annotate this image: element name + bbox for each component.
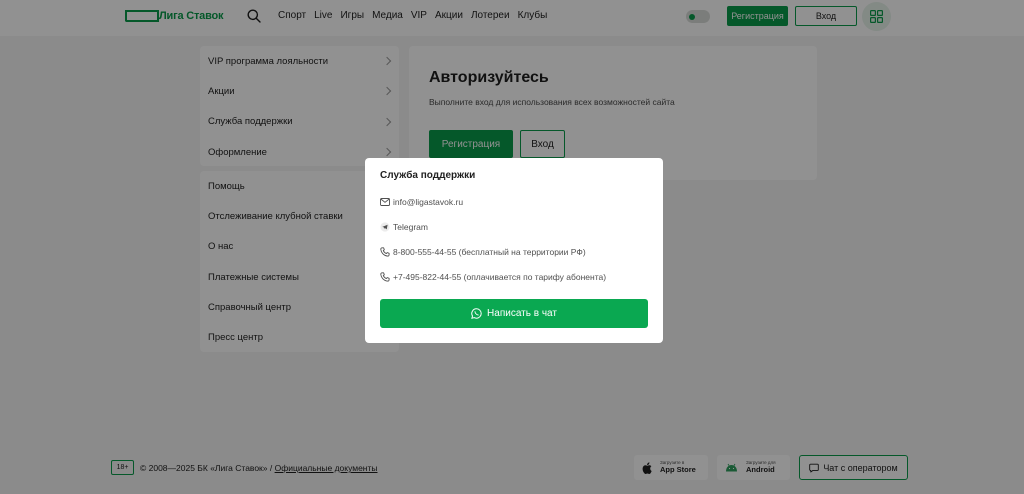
support-phone-free[interactable]: 8-800-555-44-55 (бесплатный на территори… [380, 247, 586, 257]
mail-icon [380, 198, 390, 206]
write-to-chat-label: Написать в чат [487, 308, 557, 319]
support-phone-free-text: 8-800-555-44-55 (бесплатный на территори… [393, 247, 586, 257]
support-phone-paid[interactable]: +7-495-822-44-55 (оплачивается по тарифу… [380, 272, 606, 282]
write-to-chat-button[interactable]: Написать в чат [380, 299, 648, 328]
telegram-icon [380, 222, 390, 232]
support-telegram-text: Telegram [393, 222, 428, 232]
phone-icon [380, 272, 390, 282]
phone-icon [380, 247, 390, 257]
support-phone-paid-text: +7-495-822-44-55 (оплачивается по тарифу… [393, 272, 607, 282]
support-email-text: info@ligastavok.ru [393, 197, 464, 207]
support-email[interactable]: info@ligastavok.ru [380, 197, 463, 207]
modal-title: Служба поддержки [380, 170, 476, 181]
support-modal: Служба поддержки info@ligastavok.ru Tele… [365, 158, 663, 343]
whatsapp-icon [471, 308, 482, 319]
support-telegram[interactable]: Telegram [380, 222, 428, 232]
